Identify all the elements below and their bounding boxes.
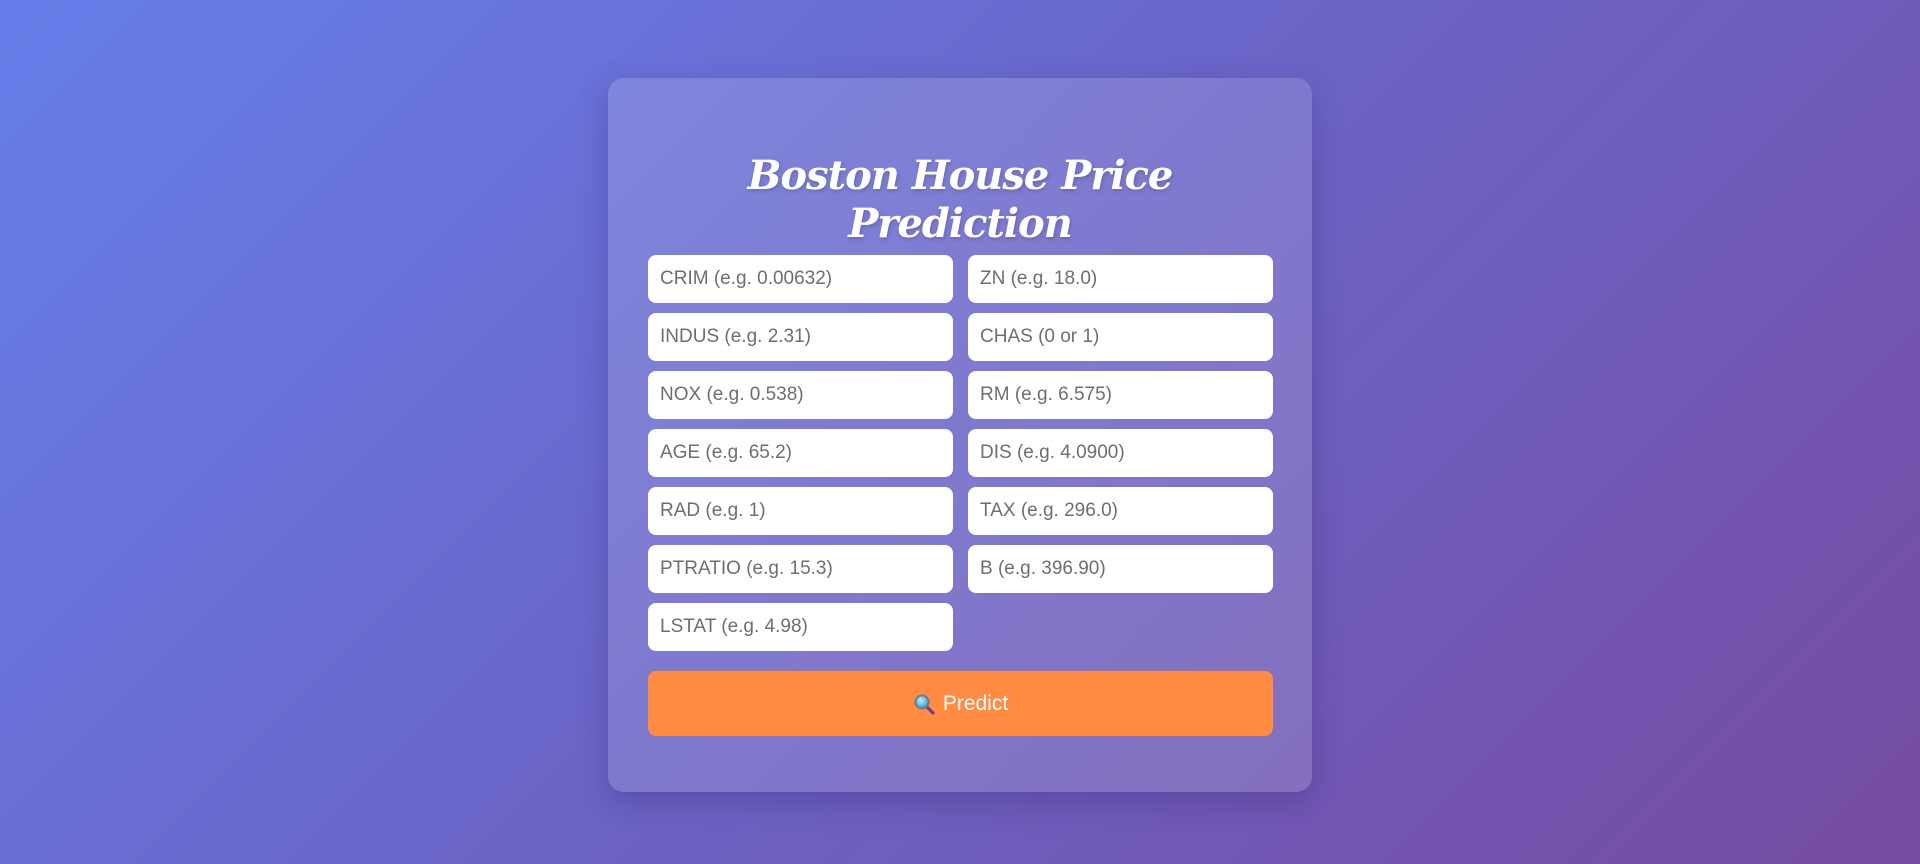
nox-input[interactable]	[648, 371, 953, 419]
b-input[interactable]	[968, 545, 1273, 593]
fields-grid	[648, 255, 1273, 651]
prediction-card: Boston House Price Prediction CRIM (e.g.…	[608, 78, 1312, 792]
lstat-input[interactable]	[648, 603, 953, 651]
predict-button[interactable]: Predict	[648, 671, 1273, 736]
rm-input[interactable]	[968, 371, 1273, 419]
rad-input[interactable]	[648, 487, 953, 535]
prediction-form: Predict	[648, 255, 1273, 736]
crim-input[interactable]	[648, 255, 953, 303]
magnifying-glass-icon	[913, 693, 935, 715]
tax-input[interactable]	[968, 487, 1273, 535]
indus-input[interactable]	[648, 313, 953, 361]
zn-input[interactable]	[968, 255, 1273, 303]
ptratio-input[interactable]	[648, 545, 953, 593]
chas-input[interactable]	[968, 313, 1273, 361]
page-title: Boston House Price Prediction	[747, 152, 1174, 247]
predict-button-label: Predict	[942, 691, 1009, 715]
age-input[interactable]	[648, 429, 953, 477]
dis-input[interactable]	[968, 429, 1273, 477]
